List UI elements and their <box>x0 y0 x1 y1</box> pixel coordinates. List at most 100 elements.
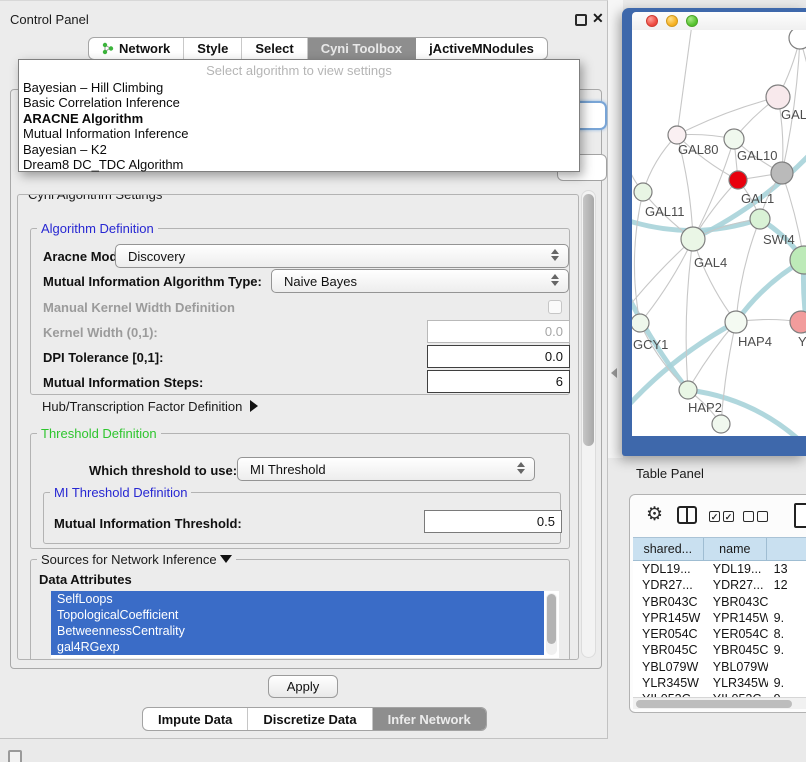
network-edge[interactable] <box>693 239 736 322</box>
network-edge[interactable] <box>643 135 677 192</box>
algorithm-option-bayesian-hill-climbing[interactable]: Bayesian – Hill Climbing <box>19 80 579 95</box>
network-node-gal4[interactable] <box>681 227 705 251</box>
tab-style[interactable]: Style <box>184 38 242 59</box>
network-node-gal10[interactable] <box>724 129 744 149</box>
network-graph[interactable]: GALGAL80GAL10GAL1GAL11SWI4GAL4GCY1HAP4YH… <box>632 30 806 436</box>
algorithm-option-dream8-dc-tdc-algorithm[interactable]: Dream8 DC_TDC Algorithm <box>19 157 579 172</box>
network-canvas[interactable]: GALGAL80GAL10GAL1GAL11SWI4GAL4GCY1HAP4YH… <box>632 30 806 436</box>
network-node-gcy1[interactable] <box>632 314 649 332</box>
attribute-item-betweennesscentrality[interactable]: BetweennessCentrality <box>51 623 544 639</box>
select-all-checkbox-icon-2[interactable]: ✓ <box>723 511 734 522</box>
algorithm-option-basic-correlation-inference[interactable]: Basic Correlation Inference <box>19 95 579 110</box>
bottom-tab-impute-data[interactable]: Impute Data <box>143 708 248 730</box>
divider-collapse-icon[interactable] <box>611 368 617 378</box>
scrollbar-thumb[interactable] <box>583 194 594 446</box>
table-cell: YER054C <box>633 626 704 642</box>
deselect-all-checkbox-icon-2[interactable] <box>757 511 768 522</box>
table-row[interactable]: YPR145WYPR145W9. <box>633 610 806 626</box>
mi-threshold-field[interactable] <box>424 510 562 533</box>
attributes-scrollbar[interactable] <box>546 593 557 655</box>
table-row[interactable]: YER054CYER054C8. <box>633 626 806 642</box>
table-row[interactable]: YDR27...YDR27...12 <box>633 577 806 593</box>
table-cell: YBR045C <box>633 642 704 658</box>
network-node-gal[interactable] <box>766 85 790 109</box>
tab-network[interactable]: Network <box>89 38 184 59</box>
mi-algorithm-type-select[interactable]: Naive Bayes <box>271 269 569 293</box>
control-panel-window: Control Panel ✕ NetworkStyleSelectCyni T… <box>0 0 608 739</box>
table-cell: 9. <box>768 675 806 691</box>
float-window-icon[interactable] <box>575 14 587 26</box>
network-edge[interactable] <box>640 239 693 323</box>
table-row[interactable]: YLR345WYLR345W9. <box>633 675 806 691</box>
network-node-bottom-pale[interactable] <box>712 415 730 433</box>
algorithm-option-aracne-algorithm[interactable]: ARACNE Algorithm <box>19 111 579 126</box>
scrollbar-thumb[interactable] <box>636 700 792 708</box>
close-traffic-light-icon[interactable] <box>646 15 658 27</box>
table-cell: YLR345W <box>633 675 704 691</box>
split-pane-divider[interactable] <box>608 0 623 458</box>
export-table-icon[interactable] <box>794 503 806 528</box>
table-row[interactable]: YBR045CYBR045C9. <box>633 642 806 658</box>
mi-steps-field[interactable] <box>427 370 570 393</box>
table-cell: YDL19... <box>704 561 768 577</box>
network-edge[interactable] <box>686 239 693 390</box>
zoom-traffic-light-icon[interactable] <box>686 15 698 27</box>
algorithm-option-mutual-information-inference[interactable]: Mutual Information Inference <box>19 126 579 141</box>
node-label-swi4: SWI4 <box>763 232 795 247</box>
group-title: Algorithm Definition <box>37 221 158 236</box>
column-header-2[interactable] <box>767 538 806 561</box>
network-node-gal11[interactable] <box>634 183 652 201</box>
network-node-y[interactable] <box>790 311 806 333</box>
node-label-gal80: GAL80 <box>678 142 718 157</box>
dpi-tolerance-field[interactable] <box>427 345 570 368</box>
bottom-tab-discretize-data[interactable]: Discretize Data <box>248 708 372 730</box>
table-row[interactable]: YBL079WYBL079W <box>633 659 806 675</box>
gear-icon[interactable]: ⚙ <box>646 504 663 526</box>
select-all-checkbox-icon[interactable]: ✓ <box>709 511 720 522</box>
node-label-gal4: GAL4 <box>694 255 727 270</box>
kernel-width-field[interactable] <box>427 320 570 343</box>
threshold-definition-group: Threshold Definition Which threshold to … <box>30 433 570 549</box>
network-edge[interactable] <box>632 239 693 310</box>
deselect-all-checkbox-icon[interactable] <box>743 511 754 522</box>
apply-button[interactable]: Apply <box>268 675 338 698</box>
tab-jactivemnodules[interactable]: jActiveMNodules <box>416 38 547 59</box>
attribute-item-selfloops[interactable]: SelfLoops <box>51 591 544 607</box>
network-node-hap2[interactable] <box>679 381 697 399</box>
network-node-hap4[interactable] <box>725 311 747 333</box>
attribute-item-gal4rgexp[interactable]: gal4RGexp <box>51 639 544 655</box>
settings-vertical-scrollbar[interactable] <box>581 190 596 658</box>
close-icon[interactable]: ✕ <box>592 10 604 27</box>
stepper-icon <box>517 462 525 474</box>
network-window-titlebar[interactable] <box>632 12 806 30</box>
network-node-gal1[interactable] <box>729 171 747 189</box>
network-edge[interactable] <box>677 97 778 135</box>
manual-kernel-width-checkbox[interactable] <box>548 300 562 314</box>
table-row[interactable]: YBR043CYBR043C <box>633 594 806 610</box>
bottom-tab-infer-network[interactable]: Infer Network <box>373 708 486 730</box>
collapse-down-icon[interactable] <box>220 555 232 563</box>
expand-right-icon[interactable] <box>250 400 258 412</box>
tab-cyni-toolbox[interactable]: Cyni Toolbox <box>308 38 416 59</box>
algorithm-option-bayesian-k2[interactable]: Bayesian – K2 <box>19 142 579 157</box>
scrollbar-thumb[interactable] <box>547 594 556 644</box>
network-edge[interactable] <box>634 192 643 323</box>
tab-select[interactable]: Select <box>242 38 307 59</box>
table-row[interactable]: YDL19...YDL19...13 <box>633 561 806 577</box>
column-header-name[interactable]: name <box>704 538 768 561</box>
columns-icon[interactable] <box>677 506 697 524</box>
which-threshold-select[interactable]: MI Threshold <box>237 457 535 481</box>
network-node-outline-top[interactable] <box>789 30 806 49</box>
aracne-mode-select[interactable]: Discovery <box>115 244 569 268</box>
algorithm-dropdown-placeholder: Select algorithm to view settings <box>19 60 579 80</box>
table-horizontal-scrollbar[interactable] <box>633 697 806 709</box>
network-edge[interactable] <box>677 30 692 135</box>
network-node-swi4[interactable] <box>750 209 770 229</box>
mi-algorithm-type-value: Naive Bayes <box>284 274 357 289</box>
attribute-item-topologicalcoefficient[interactable]: TopologicalCoefficient <box>51 607 544 623</box>
network-node-gray-node[interactable] <box>771 162 793 184</box>
minimize-traffic-light-icon[interactable] <box>666 15 678 27</box>
dock-panel-icon[interactable] <box>8 750 22 762</box>
column-header-shared[interactable]: shared... <box>633 538 704 561</box>
hub-definition-expander[interactable]: Hub/Transcription Factor Definition <box>42 399 258 414</box>
